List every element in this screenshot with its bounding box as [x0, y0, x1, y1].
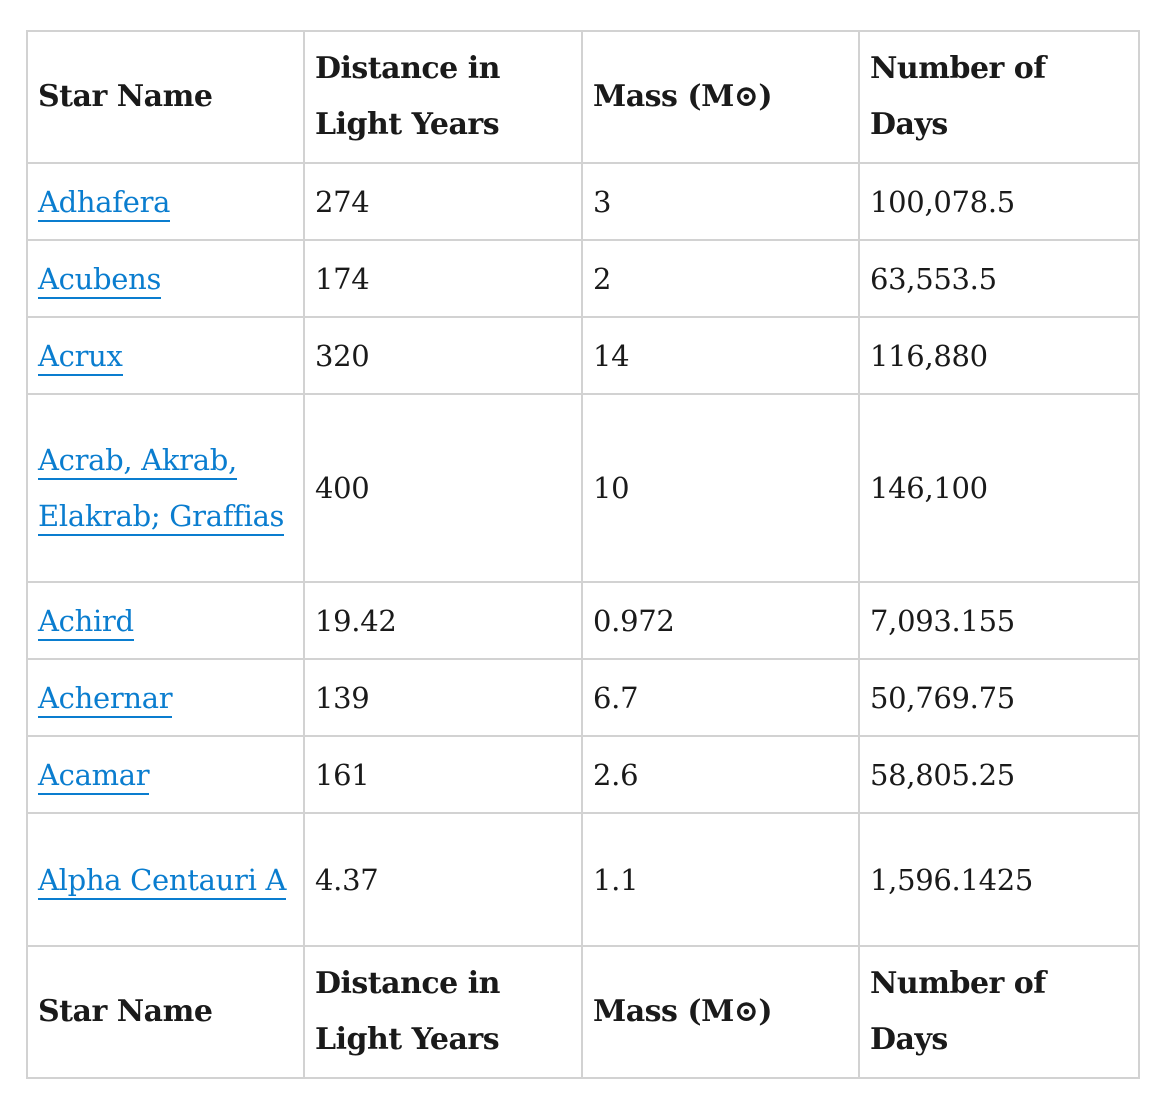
distance-cell: 161 [303, 735, 583, 814]
stars-table: Star Name Distance in Light Years Mass (… [26, 30, 1140, 1079]
distance-cell: 174 [303, 239, 583, 318]
footer-distance: Distance in Light Years [303, 945, 583, 1079]
table-row: Acrux 320 14 116,880 [26, 316, 1140, 395]
footer-mass: Mass (M⊙) [581, 945, 860, 1079]
days-cell: 1,596.1425 [858, 812, 1140, 947]
star-link[interactable]: Adhafera [38, 184, 170, 222]
star-link[interactable]: Alpha Centauri A [38, 862, 286, 900]
distance-cell: 320 [303, 316, 583, 395]
table-row: Adhafera 274 3 100,078.5 [26, 162, 1140, 241]
star-link[interactable]: Acubens [38, 261, 161, 299]
star-link[interactable]: Acamar [38, 757, 150, 795]
star-name-cell: Alpha Centauri A [26, 812, 305, 947]
days-cell: 100,078.5 [858, 162, 1140, 241]
footer-row: Star Name Distance in Light Years Mass (… [26, 945, 1140, 1079]
mass-cell: 14 [581, 316, 860, 395]
days-cell: 146,100 [858, 393, 1140, 583]
days-cell: 7,093.155 [858, 581, 1140, 660]
footer-days: Number of Days [858, 945, 1140, 1079]
star-name-cell: Acrux [26, 316, 305, 395]
star-name-cell: Adhafera [26, 162, 305, 241]
mass-cell: 10 [581, 393, 860, 583]
star-name-cell: Achird [26, 581, 305, 660]
star-name-cell: Acubens [26, 239, 305, 318]
footer-star-name: Star Name [26, 945, 305, 1079]
mass-cell: 6.7 [581, 658, 860, 737]
distance-cell: 4.37 [303, 812, 583, 947]
header-star-name: Star Name [26, 30, 305, 164]
days-cell: 116,880 [858, 316, 1140, 395]
table-row: Alpha Centauri A 4.37 1.1 1,596.1425 [26, 812, 1140, 947]
table-row: Achird 19.42 0.972 7,093.155 [26, 581, 1140, 660]
table-row: Acamar 161 2.6 58,805.25 [26, 735, 1140, 814]
distance-cell: 400 [303, 393, 583, 583]
header-days: Number of Days [858, 30, 1140, 164]
mass-cell: 0.972 [581, 581, 860, 660]
star-name-cell: Acrab, Akrab, Elakrab; Graffias [26, 393, 305, 583]
star-link[interactable]: Acrux [38, 338, 123, 376]
mass-cell: 2.6 [581, 735, 860, 814]
table-row: Acrab, Akrab, Elakrab; Graffias 400 10 1… [26, 393, 1140, 583]
table-row: Achernar 139 6.7 50,769.75 [26, 658, 1140, 737]
days-cell: 50,769.75 [858, 658, 1140, 737]
days-cell: 63,553.5 [858, 239, 1140, 318]
star-link[interactable]: Acrab, Akrab, Elakrab; Graffias [38, 443, 284, 536]
header-mass: Mass (M⊙) [581, 30, 860, 164]
distance-cell: 274 [303, 162, 583, 241]
star-link[interactable]: Achernar [38, 680, 173, 718]
mass-cell: 3 [581, 162, 860, 241]
header-row: Star Name Distance in Light Years Mass (… [26, 30, 1140, 164]
distance-cell: 139 [303, 658, 583, 737]
mass-cell: 1.1 [581, 812, 860, 947]
star-name-cell: Achernar [26, 658, 305, 737]
mass-cell: 2 [581, 239, 860, 318]
days-cell: 58,805.25 [858, 735, 1140, 814]
distance-cell: 19.42 [303, 581, 583, 660]
header-distance: Distance in Light Years [303, 30, 583, 164]
star-link[interactable]: Achird [38, 603, 134, 641]
table-row: Acubens 174 2 63,553.5 [26, 239, 1140, 318]
star-name-cell: Acamar [26, 735, 305, 814]
